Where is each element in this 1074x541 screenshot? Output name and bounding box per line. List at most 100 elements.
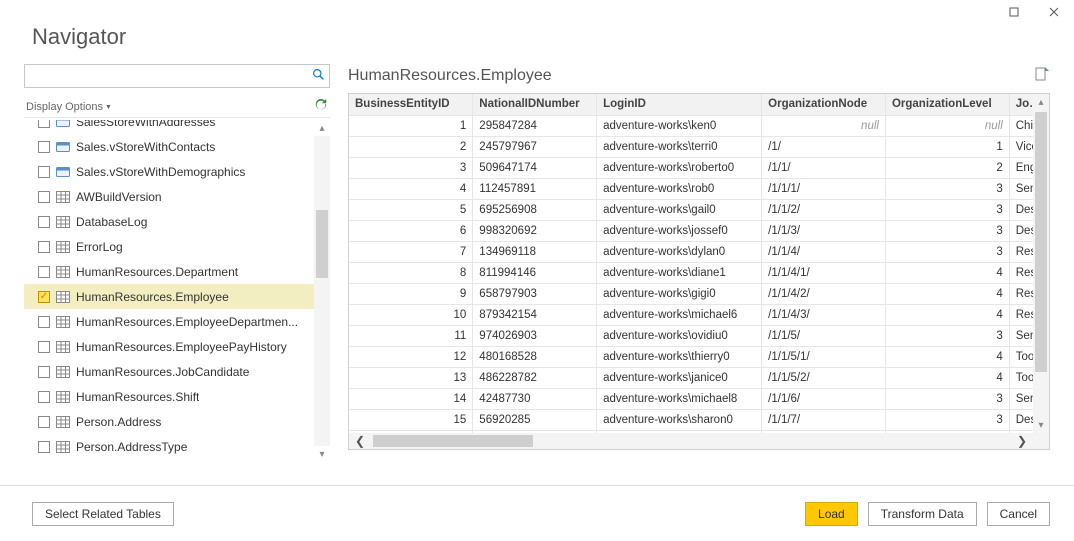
tree-item[interactable]: ErrorLog (24, 234, 330, 259)
table-icon (56, 391, 70, 403)
table-cell: adventure-works\jossef0 (597, 220, 762, 241)
table-cell: /1/1/5/1/ (762, 346, 886, 367)
column-header[interactable]: OrganizationNode (762, 94, 886, 115)
checkbox[interactable] (38, 341, 50, 353)
tree-item[interactable]: SalesStoreWithAddresses (24, 120, 330, 134)
table-icon (56, 191, 70, 203)
column-header[interactable]: OrganizationLevel (885, 94, 1009, 115)
column-header[interactable]: NationalIDNumber (473, 94, 597, 115)
checkbox[interactable] (38, 191, 50, 203)
table-cell: adventure-works\sharon0 (597, 409, 762, 430)
tree-item[interactable]: Person.Address (24, 409, 330, 434)
display-options-button[interactable]: Display Options▼ (26, 101, 112, 113)
scroll-up-icon[interactable]: ▴ (314, 120, 330, 136)
table-row[interactable]: 6998320692adventure-works\jossef0/1/1/3/… (349, 220, 1049, 241)
tree-item[interactable]: DatabaseLog (24, 209, 330, 234)
tree-item[interactable]: HumanResources.Department (24, 259, 330, 284)
refresh-icon[interactable] (314, 98, 328, 115)
checkbox[interactable]: ✓ (38, 291, 50, 303)
search-icon[interactable] (312, 68, 325, 84)
table-row[interactable]: 3509647174adventure-works\roberto0/1/1/2… (349, 157, 1049, 178)
table-row[interactable]: 10879342154adventure-works\michael6/1/1/… (349, 304, 1049, 325)
table-icon (56, 341, 70, 353)
table-row[interactable]: 1442487730adventure-works\michael8/1/1/6… (349, 388, 1049, 409)
tree-item-label: AWBuildVersion (76, 190, 162, 204)
tree-item[interactable]: ✓ HumanResources.Employee (24, 284, 330, 309)
table-cell: /1/1/7/ (762, 409, 886, 430)
transform-data-button[interactable]: Transform Data (868, 502, 977, 526)
table-cell: /1/1/2/ (762, 199, 886, 220)
table-icon (56, 291, 70, 303)
tree-item[interactable]: HumanResources.EmployeeDepartmen... (24, 309, 330, 334)
table-cell: null (762, 115, 886, 136)
column-header[interactable]: BusinessEntityID (349, 94, 473, 115)
tree-item[interactable]: HumanResources.Shift (24, 384, 330, 409)
checkbox[interactable] (38, 216, 50, 228)
column-header[interactable]: LoginID (597, 94, 762, 115)
table-cell: 6 (349, 220, 473, 241)
table-row[interactable]: 9658797903adventure-works\gigi0/1/1/4/2/… (349, 283, 1049, 304)
table-row[interactable]: 11974026903adventure-works\ovidiu0/1/1/5… (349, 325, 1049, 346)
load-button[interactable]: Load (805, 502, 858, 526)
window-close-button[interactable] (1034, 0, 1074, 24)
checkbox[interactable] (38, 416, 50, 428)
table-cell: 4 (885, 367, 1009, 388)
grid-horizontal-scrollbar[interactable]: ❮ ❯ (349, 433, 1033, 449)
window-maximize-button[interactable] (994, 0, 1034, 24)
table-row[interactable]: 1295847284adventure-works\ken0nullnullCh… (349, 115, 1049, 136)
tree-item-label: HumanResources.Employee (76, 290, 229, 304)
checkbox[interactable] (38, 266, 50, 278)
checkbox[interactable] (38, 120, 50, 128)
table-cell: 3 (885, 388, 1009, 409)
table-cell: 811994146 (473, 262, 597, 283)
table-cell: 10 (349, 304, 473, 325)
table-row[interactable]: 4112457891adventure-works\rob0/1/1/1/3Se… (349, 178, 1049, 199)
export-icon[interactable] (1034, 66, 1050, 85)
table-icon (56, 441, 70, 453)
scroll-left-icon[interactable]: ❮ (349, 433, 371, 449)
tree-item[interactable]: AWBuildVersion (24, 184, 330, 209)
scroll-right-icon[interactable]: ❯ (1011, 433, 1033, 449)
table-row[interactable]: 2245797967adventure-works\terri0/1/1Vice (349, 136, 1049, 157)
table-cell: 4 (885, 283, 1009, 304)
checkbox[interactable] (38, 316, 50, 328)
tree-item[interactable]: Sales.vStoreWithDemographics (24, 159, 330, 184)
scroll-down-icon[interactable]: ▾ (314, 446, 330, 462)
table-cell: 5 (349, 199, 473, 220)
table-row[interactable]: 8811994146adventure-works\diane1/1/1/4/1… (349, 262, 1049, 283)
table-cell: /1/1/4/1/ (762, 262, 886, 283)
table-row[interactable]: 5695256908adventure-works\gail0/1/1/2/3D… (349, 199, 1049, 220)
table-row[interactable]: 7134969118adventure-works\dylan0/1/1/4/3… (349, 241, 1049, 262)
tree-item[interactable]: HumanResources.JobCandidate (24, 359, 330, 384)
table-cell: 3 (349, 157, 473, 178)
scroll-down-icon[interactable]: ▾ (1033, 417, 1049, 433)
search-input-wrap[interactable] (24, 64, 330, 88)
tree-item[interactable]: Sales.vStoreWithContacts (24, 134, 330, 159)
table-cell: 1 (349, 115, 473, 136)
table-cell: adventure-works\rob0 (597, 178, 762, 199)
table-cell: 658797903 (473, 283, 597, 304)
checkbox[interactable] (38, 141, 50, 153)
tree-item[interactable]: Person.AddressType (24, 434, 330, 459)
table-row[interactable]: 13486228782adventure-works\janice0/1/1/5… (349, 367, 1049, 388)
select-related-tables-button[interactable]: Select Related Tables (32, 502, 174, 526)
checkbox[interactable] (38, 391, 50, 403)
table-row[interactable]: 1556920285adventure-works\sharon0/1/1/7/… (349, 409, 1049, 430)
tree-item[interactable]: HumanResources.EmployeePayHistory (24, 334, 330, 359)
table-cell: 9 (349, 283, 473, 304)
table-cell: 998320692 (473, 220, 597, 241)
scroll-up-icon[interactable]: ▴ (1033, 94, 1049, 110)
cancel-button[interactable]: Cancel (987, 502, 1050, 526)
tree-scrollbar[interactable]: ▴ ▾ (314, 120, 330, 462)
checkbox[interactable] (38, 441, 50, 453)
search-input[interactable] (31, 69, 312, 83)
table-row[interactable]: 12480168528adventure-works\thierry0/1/1/… (349, 346, 1049, 367)
table-cell: 4 (885, 304, 1009, 325)
table-cell: 1 (885, 136, 1009, 157)
checkbox[interactable] (38, 366, 50, 378)
checkbox[interactable] (38, 166, 50, 178)
checkbox[interactable] (38, 241, 50, 253)
grid-vertical-scrollbar[interactable]: ▴ ▾ (1033, 94, 1049, 433)
table-cell: 245797967 (473, 136, 597, 157)
table-cell: adventure-works\gail0 (597, 199, 762, 220)
